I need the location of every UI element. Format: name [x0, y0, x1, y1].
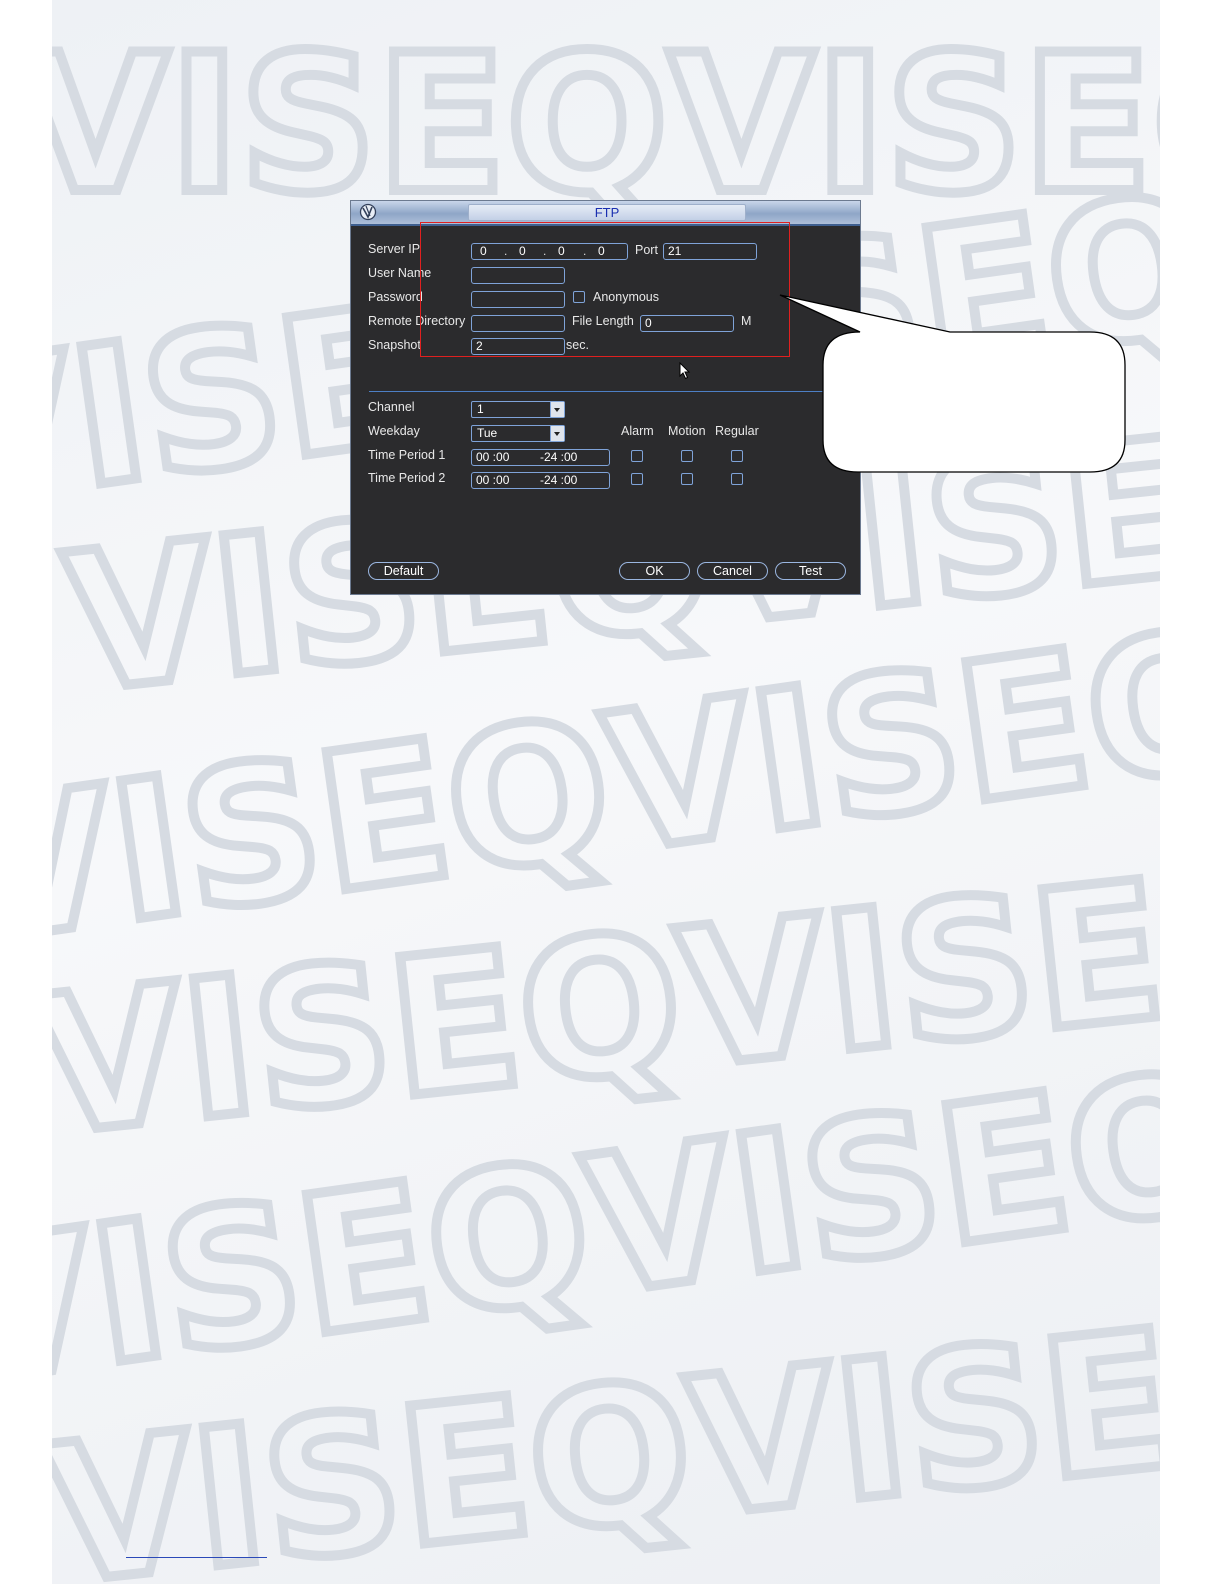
test-button[interactable]: Test — [775, 562, 846, 580]
time-period-2-regular-checkbox[interactable] — [731, 473, 743, 485]
time-period-1-input[interactable]: 00 :00 -24 :00 — [471, 449, 610, 466]
weekday-select[interactable]: Tue — [471, 425, 565, 442]
time-period-2-label: Time Period 2 — [368, 471, 446, 485]
chevron-down-icon[interactable] — [550, 402, 564, 417]
motion-column-header: Motion — [668, 424, 706, 438]
chevron-down-icon[interactable] — [550, 426, 564, 441]
mouse-cursor-icon — [679, 362, 691, 380]
ok-button[interactable]: OK — [619, 562, 690, 580]
weekday-label: Weekday — [368, 424, 420, 438]
time-period-2-input[interactable]: 00 :00 -24 :00 — [471, 472, 610, 489]
channel-value: 1 — [477, 402, 484, 416]
server-ip-label: Server IP — [368, 242, 421, 256]
password-label: Password — [368, 290, 423, 304]
channel-select[interactable]: 1 — [471, 401, 565, 418]
footnote-separator — [126, 1557, 267, 1558]
time-period-2-motion-checkbox[interactable] — [681, 473, 693, 485]
time-period-1-end: -24 :00 — [540, 450, 578, 464]
weekday-value: Tue — [477, 426, 498, 440]
callout-shape — [779, 294, 1126, 473]
time-period-2-start: 00 :00 — [476, 473, 510, 487]
time-period-1-start: 00 :00 — [476, 450, 510, 464]
window-title: FTP — [594, 205, 620, 220]
snapshot-label: Snapshot — [368, 338, 421, 352]
highlight-box — [420, 222, 790, 357]
cancel-button[interactable]: Cancel — [697, 562, 768, 580]
channel-label: Channel — [368, 400, 415, 414]
callout-bubble — [779, 294, 1126, 473]
time-period-1-motion-checkbox[interactable] — [681, 450, 693, 462]
section-divider — [369, 391, 839, 392]
time-period-1-label: Time Period 1 — [368, 448, 446, 462]
time-period-2-end: -24 :00 — [540, 473, 578, 487]
default-button[interactable]: Default — [368, 562, 439, 580]
time-period-2-alarm-checkbox[interactable] — [631, 473, 643, 485]
time-period-1-alarm-checkbox[interactable] — [631, 450, 643, 462]
title-box: FTP — [468, 204, 746, 221]
time-period-1-regular-checkbox[interactable] — [731, 450, 743, 462]
alarm-column-header: Alarm — [621, 424, 654, 438]
logo-icon — [359, 203, 377, 221]
regular-column-header: Regular — [715, 424, 759, 438]
